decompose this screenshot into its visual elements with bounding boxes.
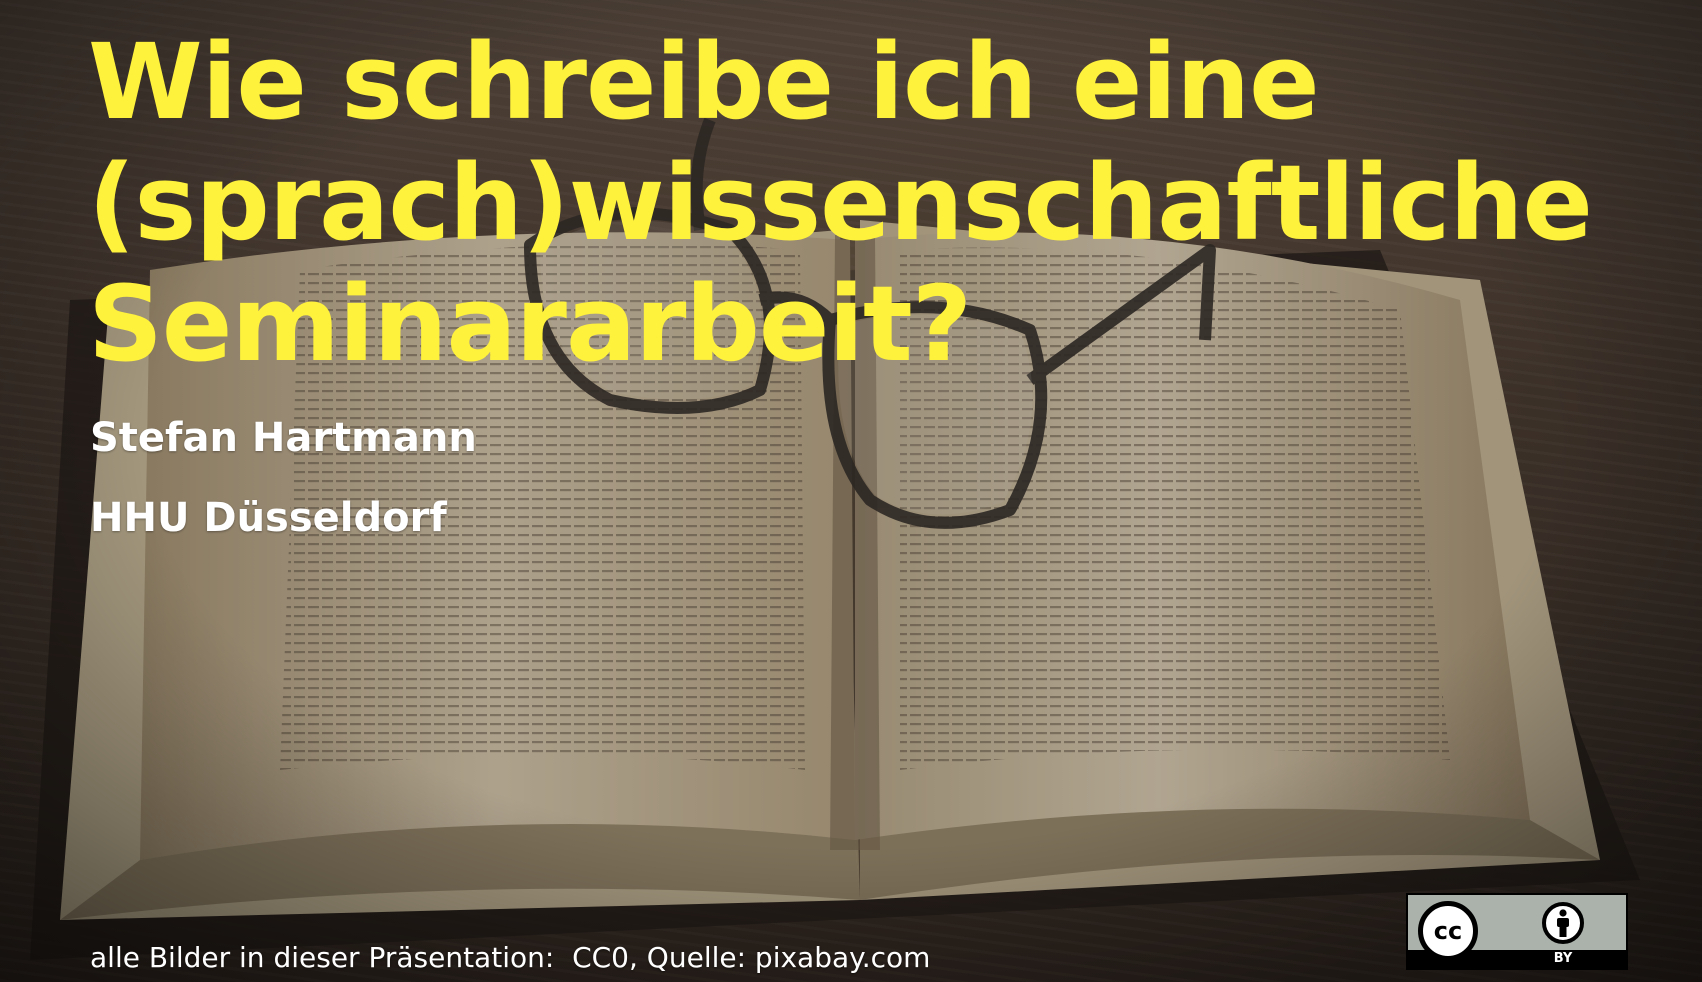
- slide-title: Wie schreibe ich eine (sprach)wissenscha…: [88, 21, 1593, 385]
- title-slide: Wie schreibe ich eine (sprach)wissenscha…: [0, 0, 1702, 982]
- cc-mark: cc: [1433, 917, 1463, 945]
- by-label: BY: [1553, 951, 1573, 966]
- institution-name: HHU Düsseldorf: [90, 495, 447, 541]
- author-name: Stefan Hartmann: [90, 415, 477, 461]
- cc-by-license-badge[interactable]: cc BY: [1406, 893, 1628, 970]
- creative-commons-icon: cc: [1418, 901, 1478, 961]
- attribution-icon: [1542, 902, 1584, 944]
- image-credit-footer: alle Bilder in dieser Präsentation: CC0,…: [90, 941, 931, 974]
